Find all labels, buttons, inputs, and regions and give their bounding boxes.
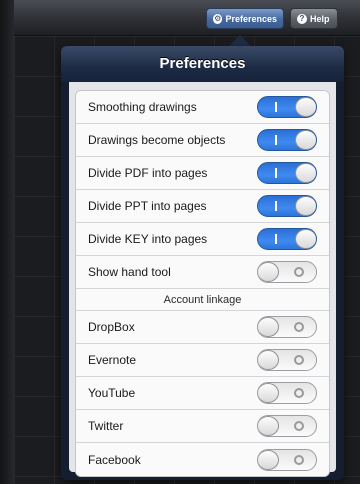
account-row: DropBox xyxy=(76,311,329,344)
left-edge xyxy=(0,0,14,484)
preferences-button[interactable]: ⚙ Preferences xyxy=(206,8,284,29)
setting-row: Smoothing drawings xyxy=(76,91,329,124)
help-button[interactable]: ? Help xyxy=(290,8,338,29)
preferences-button-label: Preferences xyxy=(225,13,277,24)
setting-label: YouTube xyxy=(88,386,136,400)
on-mark-icon xyxy=(275,234,277,244)
toggle-switch[interactable] xyxy=(257,129,317,151)
toggle-knob[interactable] xyxy=(258,449,279,470)
setting-row: Divide PDF into pages xyxy=(76,157,329,190)
toggle-knob[interactable] xyxy=(295,97,316,117)
setting-label: Divide PPT into pages xyxy=(88,199,207,213)
on-mark-icon xyxy=(275,102,277,112)
off-mark-icon xyxy=(294,267,304,277)
setting-label: Show hand tool xyxy=(88,265,171,279)
preferences-popover: Preferences Smoothing drawings Drawings b… xyxy=(61,46,344,480)
setting-label: Drawings become objects xyxy=(88,133,226,147)
toggle-knob[interactable] xyxy=(295,163,316,183)
account-linkage-header: Account linkage xyxy=(76,289,329,311)
account-row: Twitter xyxy=(76,410,329,443)
question-icon: ? xyxy=(297,13,307,24)
setting-row: Divide KEY into pages xyxy=(76,223,329,256)
off-mark-icon xyxy=(294,421,304,431)
account-row: YouTube xyxy=(76,377,329,410)
account-row: Evernote xyxy=(76,344,329,377)
off-mark-icon xyxy=(294,322,304,332)
setting-label: Divide PDF into pages xyxy=(88,166,208,180)
setting-row: Drawings become objects xyxy=(76,124,329,157)
account-row: Facebook xyxy=(76,443,329,476)
on-mark-icon xyxy=(275,168,277,178)
toggle-switch[interactable] xyxy=(257,228,317,250)
settings-group: Smoothing drawings Drawings become object… xyxy=(75,90,330,477)
on-mark-icon xyxy=(275,135,277,145)
toggle-switch[interactable] xyxy=(257,382,317,404)
setting-label: Divide KEY into pages xyxy=(88,232,208,246)
setting-label: DropBox xyxy=(88,320,135,334)
toggle-knob[interactable] xyxy=(258,262,279,282)
toggle-knob[interactable] xyxy=(295,196,316,216)
setting-row: Show hand tool xyxy=(76,256,329,289)
setting-label: Facebook xyxy=(88,452,141,467)
toggle-switch[interactable] xyxy=(257,415,317,437)
help-button-label: Help xyxy=(310,13,330,24)
setting-label: Smoothing drawings xyxy=(88,100,197,114)
toggle-knob[interactable] xyxy=(258,317,279,337)
setting-label: Twitter xyxy=(88,419,124,433)
gear-icon: ⚙ xyxy=(213,13,223,24)
toggle-switch[interactable] xyxy=(257,448,317,471)
setting-row: Divide PPT into pages xyxy=(76,190,329,223)
off-mark-icon xyxy=(294,355,304,365)
popover-title: Preferences xyxy=(61,46,344,82)
off-mark-icon xyxy=(294,454,304,465)
off-mark-icon xyxy=(294,388,304,398)
toggle-knob[interactable] xyxy=(258,383,279,403)
preferences-list: Smoothing drawings Drawings become object… xyxy=(69,82,336,477)
toggle-knob[interactable] xyxy=(295,130,316,150)
toggle-switch[interactable] xyxy=(257,261,317,283)
toggle-knob[interactable] xyxy=(295,229,316,249)
top-toolbar: ⚙ Preferences ? Help xyxy=(0,0,360,36)
on-mark-icon xyxy=(275,201,277,211)
toggle-switch[interactable] xyxy=(257,162,317,184)
toggle-switch[interactable] xyxy=(257,96,317,118)
toggle-switch[interactable] xyxy=(257,195,317,217)
toggle-switch[interactable] xyxy=(257,316,317,338)
setting-label: Evernote xyxy=(88,353,137,367)
toggle-switch[interactable] xyxy=(257,349,317,371)
toggle-knob[interactable] xyxy=(258,416,279,436)
toggle-knob[interactable] xyxy=(258,350,279,370)
